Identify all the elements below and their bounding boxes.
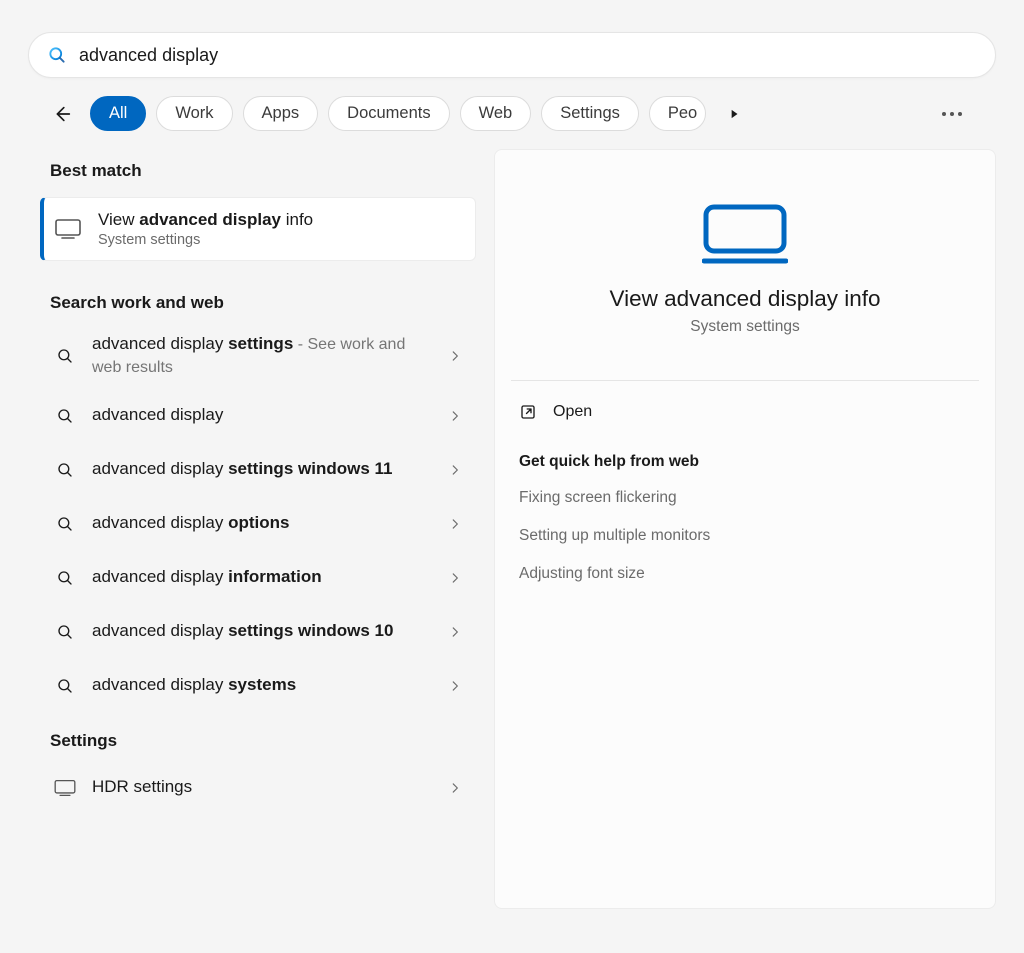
preview-subtitle: System settings: [515, 318, 975, 336]
chevron-right-icon: [448, 463, 462, 477]
scroll-filters-right-button[interactable]: [720, 100, 748, 128]
filter-chip-people[interactable]: Peo: [649, 96, 706, 131]
web-result-item[interactable]: advanced display settings windows 11: [40, 443, 476, 497]
search-icon: [54, 347, 76, 365]
web-result-item[interactable]: advanced display settings - See work and…: [40, 323, 476, 389]
search-icon: [47, 45, 67, 65]
result-text: advanced display settings - See work and…: [92, 333, 432, 379]
search-web-heading: Search work and web: [36, 275, 480, 323]
best-match-text: View advanced display info System settin…: [98, 210, 313, 248]
more-options-button[interactable]: [936, 98, 968, 130]
chevron-right-icon: [448, 781, 462, 795]
result-text: advanced display information: [92, 566, 432, 589]
preview-pane: View advanced display info System settin…: [494, 149, 996, 909]
search-input[interactable]: [79, 45, 977, 66]
quick-help-heading: Get quick help from web: [495, 429, 995, 479]
search-icon: [54, 623, 76, 641]
best-match-heading: Best match: [36, 149, 480, 191]
filter-chip-settings[interactable]: Settings: [541, 96, 639, 131]
best-match-subtitle: System settings: [98, 232, 313, 248]
display-icon: [54, 218, 82, 240]
result-text: advanced display settings windows 10: [92, 620, 432, 643]
settings-heading: Settings: [36, 713, 480, 761]
best-match-title: View advanced display info: [98, 210, 313, 230]
open-icon: [519, 403, 537, 421]
filter-chip-documents[interactable]: Documents: [328, 96, 449, 131]
chevron-right-icon: [448, 625, 462, 639]
search-icon: [54, 677, 76, 695]
search-icon: [54, 569, 76, 587]
result-text: HDR settings: [92, 776, 432, 799]
web-result-item[interactable]: advanced display options: [40, 497, 476, 551]
result-text: advanced display: [92, 404, 432, 427]
display-icon: [54, 779, 76, 797]
chevron-right-icon: [448, 679, 462, 693]
result-text: advanced display settings windows 11: [92, 458, 432, 481]
preview-display-icon: [515, 204, 975, 264]
chevron-right-icon: [448, 517, 462, 531]
web-result-item[interactable]: advanced display information: [40, 551, 476, 605]
filter-chip-work[interactable]: Work: [156, 96, 232, 131]
preview-title: View advanced display info: [515, 286, 975, 312]
web-result-item[interactable]: advanced display systems: [40, 659, 476, 713]
filter-chip-web[interactable]: Web: [460, 96, 532, 131]
open-label: Open: [553, 403, 592, 421]
search-icon: [54, 461, 76, 479]
filter-chip-apps[interactable]: Apps: [243, 96, 319, 131]
help-link[interactable]: Fixing screen flickering: [495, 479, 995, 517]
settings-result-item[interactable]: HDR settings: [40, 761, 476, 815]
help-link[interactable]: Adjusting font size: [495, 555, 995, 593]
result-text: advanced display options: [92, 512, 432, 535]
back-button[interactable]: [48, 100, 76, 128]
help-link[interactable]: Setting up multiple monitors: [495, 517, 995, 555]
filter-row: All Work Apps Documents Web Settings Peo: [14, 96, 1010, 149]
filter-chip-all[interactable]: All: [90, 96, 146, 131]
web-result-item[interactable]: advanced display: [40, 389, 476, 443]
chevron-right-icon: [448, 349, 462, 363]
results-column: Best match View advanced display info Sy…: [28, 149, 480, 909]
open-action[interactable]: Open: [495, 381, 995, 429]
best-match-result[interactable]: View advanced display info System settin…: [40, 197, 476, 261]
search-bar[interactable]: [28, 32, 996, 78]
search-icon: [54, 407, 76, 425]
chevron-right-icon: [448, 571, 462, 585]
web-result-item[interactable]: advanced display settings windows 10: [40, 605, 476, 659]
result-text: advanced display systems: [92, 674, 432, 697]
search-icon: [54, 515, 76, 533]
chevron-right-icon: [448, 409, 462, 423]
